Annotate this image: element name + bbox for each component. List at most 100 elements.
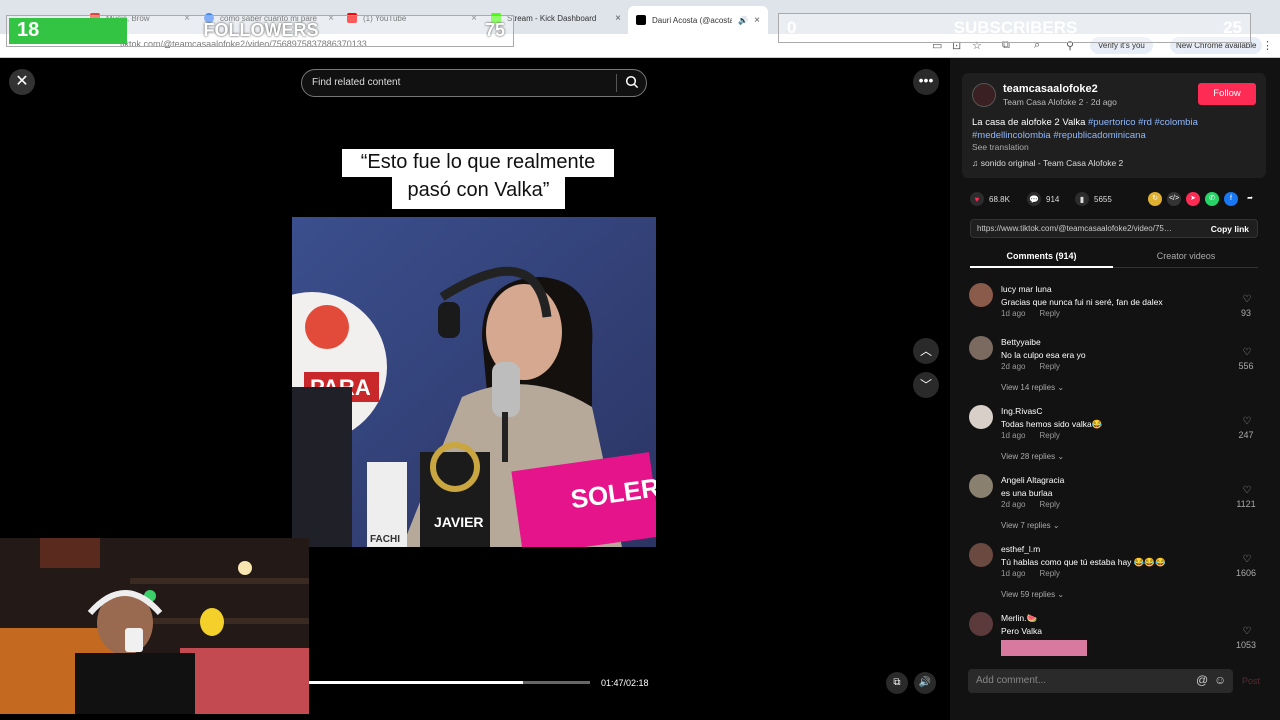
chevron-down-icon: ⌄ — [1057, 590, 1065, 599]
comment-meta: 2d ago Reply — [1001, 362, 1060, 371]
comment-item: Ing.RivasC Todas hemos sido valka😂 1d ag… — [969, 405, 1264, 465]
embed-icon[interactable]: </> — [1167, 192, 1181, 206]
commenter-avatar[interactable] — [969, 283, 993, 307]
comment-like-icon[interactable]: ♡ — [1242, 626, 1252, 637]
comment-text: Gracias que nunca fui ni seré, fan de da… — [1001, 297, 1163, 307]
tab-comments[interactable]: Comments (914) — [970, 251, 1113, 261]
floating-player-button[interactable]: ⧉ — [886, 672, 908, 694]
comment-like-icon[interactable]: ♡ — [1242, 554, 1252, 565]
view-replies-button[interactable]: View 28 replies ⌄ — [1001, 452, 1064, 461]
chevron-down-icon: ﹀ — [919, 378, 932, 392]
chevron-up-icon: ︿ — [919, 344, 932, 358]
video-progress-bar[interactable] — [309, 681, 590, 684]
commenter-avatar[interactable] — [969, 612, 993, 636]
related-search-input[interactable]: Find related content — [301, 69, 647, 97]
comment-like-count: 556 — [1238, 361, 1254, 371]
close-icon: ✕ — [15, 73, 29, 90]
commenter-name[interactable]: Bettyyaibe — [1001, 337, 1041, 347]
chevron-down-icon: ⌄ — [1057, 383, 1065, 392]
video-link-text[interactable]: https://www.tiktok.com/@teamcasaalofoke2… — [977, 224, 1173, 233]
comment-like-icon[interactable]: ♡ — [1242, 485, 1252, 496]
comment-like-icon[interactable]: ♡ — [1242, 416, 1252, 427]
comment-image[interactable] — [1001, 640, 1087, 656]
followers-goal: 75 — [484, 20, 505, 40]
next-video-button[interactable]: ﹀ — [913, 372, 939, 398]
view-replies-button[interactable]: View 14 replies ⌄ — [1001, 383, 1064, 392]
commenter-name[interactable]: esthef_l.m — [1001, 544, 1040, 554]
comment-meta: 1d ago Reply — [1001, 309, 1060, 318]
see-translation-link[interactable]: See translation — [972, 142, 1029, 152]
copy-link-button[interactable]: Copy link — [1211, 224, 1249, 234]
commenter-name[interactable]: Merlin.🍉 — [1001, 613, 1037, 624]
close-video-button[interactable]: ✕ — [9, 69, 35, 95]
tab-creator-videos[interactable]: Creator videos — [1114, 251, 1258, 261]
reply-button[interactable]: Reply — [1039, 362, 1059, 371]
close-tab-icon[interactable]: × — [754, 15, 760, 26]
mention-icon[interactable]: @ — [1196, 673, 1208, 687]
comment-stat[interactable]: 💬 914 — [1027, 192, 1059, 206]
like-stat[interactable]: ♥ 68.8K — [970, 192, 1010, 206]
comment-like-count: 1121 — [1236, 499, 1256, 509]
reply-button[interactable]: Reply — [1039, 500, 1059, 509]
volume-button[interactable]: 🔊 — [914, 672, 936, 694]
music-link[interactable]: ♫ sonido original - Team Casa Alofoke 2 — [972, 158, 1123, 168]
menu-kebab-icon[interactable]: ⋮ — [1262, 39, 1273, 52]
comment-bubble-icon: 💬 — [1027, 192, 1041, 206]
view-replies-button[interactable]: View 7 replies ⌄ — [1001, 521, 1060, 530]
followers-goal-overlay: 18 FOLLOWERS 75 — [6, 15, 514, 47]
reply-button[interactable]: Reply — [1039, 309, 1059, 318]
previous-video-button[interactable]: ︿ — [913, 338, 939, 364]
close-tab-icon[interactable]: × — [615, 13, 621, 24]
video-caption-line-2: pasó con Valka” — [392, 177, 565, 209]
video-progress-fill — [309, 681, 523, 684]
commenter-avatar[interactable] — [969, 474, 993, 498]
commenter-avatar[interactable] — [969, 405, 993, 429]
repost-icon[interactable]: ↻ — [1148, 192, 1162, 206]
more-options-button[interactable]: ••• — [913, 69, 939, 95]
add-comment-input[interactable]: Add comment... @ ☺ — [968, 669, 1233, 693]
send-icon[interactable]: ➤ — [1186, 192, 1200, 206]
comment-item: lucy mar luna Gracias que nunca fui ni s… — [969, 283, 1264, 323]
follow-button[interactable]: Follow — [1198, 83, 1256, 105]
followers-label: FOLLOWERS — [203, 20, 319, 40]
whatsapp-icon[interactable]: ✆ — [1205, 192, 1219, 206]
comment-like-icon[interactable]: ♡ — [1242, 294, 1252, 305]
search-icon[interactable] — [625, 75, 639, 94]
comment-text: Todas hemos sido valka😂 — [1001, 419, 1103, 429]
commenter-avatar[interactable] — [969, 543, 993, 567]
comment-like-count: 1606 — [1235, 568, 1257, 578]
video-frame: PARA SOLER FACHI JAVIER — [292, 217, 656, 547]
chevron-down-icon: ⌄ — [1052, 521, 1060, 530]
view-replies-button[interactable]: View 59 replies ⌄ — [1001, 590, 1064, 599]
comment-like-count: 93 — [1240, 308, 1251, 318]
more-horizontal-icon: ••• — [918, 72, 934, 88]
video-caption-line-1: “Esto fue lo que realmente — [342, 149, 614, 177]
comment-text: Pero Valka — [1001, 626, 1042, 636]
share-arrow-icon[interactable]: ➦ — [1243, 192, 1257, 206]
audio-playing-icon[interactable]: 🔊 — [738, 16, 748, 25]
author-avatar[interactable] — [972, 83, 996, 107]
commenter-name[interactable]: lucy mar luna — [1001, 284, 1052, 294]
browser-tab-active[interactable]: Dauri Acosta (@acostad 🔊 × — [628, 6, 768, 34]
webcam-image — [0, 538, 309, 714]
commenter-avatar[interactable] — [969, 336, 993, 360]
search-placeholder: Find related content — [312, 77, 401, 88]
post-comment-button[interactable]: Post — [1242, 676, 1260, 686]
reply-button[interactable]: Reply — [1039, 569, 1059, 578]
author-username[interactable]: teamcasaalofoke2 — [1003, 83, 1098, 95]
commenter-name[interactable]: Angeli Altagracia — [1001, 475, 1064, 485]
pip-icon: ⧉ — [893, 677, 901, 688]
comment-like-icon[interactable]: ♡ — [1242, 347, 1252, 358]
copy-link-box: https://www.tiktok.com/@teamcasaalofoke2… — [970, 219, 1258, 238]
reply-button[interactable]: Reply — [1039, 431, 1059, 440]
hashtags-line-2[interactable]: #medellincolombia #republicadominicana — [972, 130, 1146, 141]
commenter-name[interactable]: Ing.RivasC — [1001, 406, 1043, 416]
facebook-icon[interactable]: f — [1224, 192, 1238, 206]
emoji-icon[interactable]: ☺ — [1214, 673, 1226, 687]
subscribers-goal: 25 — [1223, 18, 1242, 37]
comment-item: Angeli Altagracia es una burlaa 2d ago Re… — [969, 474, 1264, 534]
save-stat[interactable]: ▮ 5655 — [1075, 192, 1112, 206]
hashtags-line-1[interactable]: #puertorico #rd #colombia — [1088, 117, 1198, 128]
comment-meta: 1d ago Reply — [1001, 431, 1060, 440]
comment-placeholder: Add comment... — [976, 675, 1047, 686]
